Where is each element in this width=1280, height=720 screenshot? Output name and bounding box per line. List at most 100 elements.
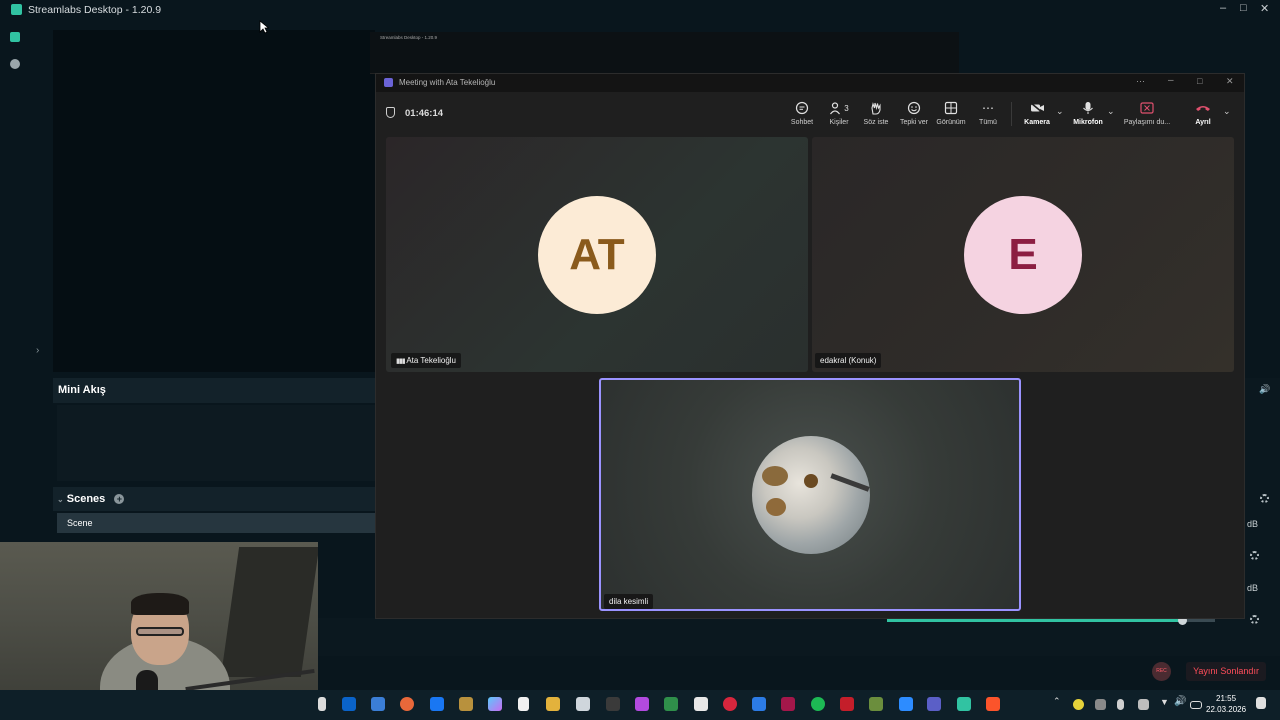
riot-icon[interactable] [459, 697, 473, 711]
microphone-icon[interactable] [1117, 699, 1124, 710]
raise-hand-button[interactable]: Söz iste [855, 100, 897, 130]
firefox-icon[interactable] [400, 697, 414, 711]
taskbar-icon[interactable] [318, 697, 326, 711]
tray-icon[interactable] [1138, 699, 1149, 710]
notion-icon[interactable] [606, 697, 620, 711]
chevron-up-icon[interactable]: ⌃ [1053, 696, 1061, 707]
app-icon[interactable] [664, 697, 678, 711]
people-button[interactable]: 3 Kişiler [818, 100, 860, 130]
leave-label: Ayrıl [1195, 119, 1211, 126]
settings-gear-icon[interactable] [1260, 494, 1269, 503]
maximize-icon[interactable]: □ [1240, 2, 1247, 14]
meeting-title: Meeting with Ata Tekelioğlu [399, 78, 496, 87]
dropbox-icon[interactable] [342, 697, 356, 711]
more-options-icon[interactable]: ⋯ [1136, 76, 1145, 87]
mic-button[interactable]: Mikrofon [1067, 100, 1109, 130]
record-button[interactable]: REC [1152, 662, 1171, 681]
shield-app-icon[interactable] [752, 697, 766, 711]
copilot-icon[interactable] [488, 697, 502, 711]
active-speaker-tile[interactable]: dila kesimli [599, 378, 1021, 611]
notion-icon[interactable] [694, 697, 708, 711]
volume-icon[interactable]: 🔊 [1174, 696, 1186, 707]
people-count: 3 [844, 103, 849, 113]
minecraft-icon[interactable] [869, 697, 883, 711]
notification-icon[interactable] [1256, 697, 1266, 709]
people-icon [830, 102, 841, 115]
app-icon[interactable] [781, 697, 795, 711]
participant-tile[interactable]: E edakral (Konuk) [812, 137, 1234, 372]
chat-icon [795, 101, 809, 115]
view-button[interactable]: Görünüm [930, 100, 972, 130]
maximize-icon[interactable]: □ [1197, 76, 1202, 86]
close-icon[interactable]: ✕ [1260, 2, 1269, 15]
add-scene-icon[interactable]: + [114, 494, 125, 504]
participant-name-tag: edakral (Konuk) [815, 353, 882, 368]
camera-button[interactable]: Kamera [1016, 100, 1058, 130]
chat-label: Sohbet [790, 119, 814, 126]
participant-name: dila kesimli [609, 597, 649, 606]
react-button[interactable]: Tepki ver [893, 100, 935, 130]
editor-icon[interactable] [10, 32, 20, 42]
chevron-right-icon[interactable]: › [36, 345, 39, 356]
spotify-icon[interactable] [811, 697, 825, 711]
zoom-icon[interactable] [899, 697, 913, 711]
share-button[interactable]: Paylaşımı du... [1122, 100, 1172, 130]
stop-stream-button[interactable]: Yayını Sonlandır [1186, 662, 1266, 681]
participant-name: edakral (Konuk) [820, 356, 877, 365]
glasses-icon [136, 627, 184, 636]
clock[interactable]: 21:55 22.03.2026 [1206, 693, 1246, 715]
nested-preview-title: Streamlabs Desktop - 1.20.9 [380, 35, 438, 40]
leave-options-chevron-icon[interactable]: ⌄ [1223, 106, 1231, 117]
speaker-icon[interactable]: 🔊 [1259, 384, 1270, 395]
battery-icon[interactable] [1190, 701, 1202, 709]
record-icon[interactable] [10, 59, 20, 69]
scene-item[interactable]: Scene [57, 513, 375, 533]
chat-button[interactable]: Sohbet [781, 100, 823, 130]
grid-icon [944, 101, 958, 115]
scenes-header: ⌄ Scenes + [53, 487, 375, 511]
steam-icon[interactable] [430, 697, 444, 711]
nested-preview [370, 32, 959, 74]
tray-icon[interactable] [1095, 699, 1106, 710]
signal-bars-icon: ▮▮▮ [396, 358, 406, 365]
brave-icon[interactable] [986, 697, 1000, 711]
raise-hand-label: Söz iste [863, 119, 889, 126]
meeting-timer: 01:46:14 [405, 108, 444, 119]
camera-options-chevron-icon[interactable]: ⌄ [1056, 106, 1064, 117]
audio-settings-icon[interactable] [1250, 551, 1259, 560]
minimize-icon[interactable]: – [1220, 2, 1226, 14]
app-title: Streamlabs Desktop - 1.20.9 [28, 3, 162, 16]
leave-button[interactable]: Ayrıl [1182, 100, 1224, 130]
close-icon[interactable]: ✕ [1226, 76, 1234, 87]
mic-options-chevron-icon[interactable]: ⌄ [1107, 106, 1115, 117]
microphone-icon [1083, 102, 1093, 114]
app-icon[interactable] [635, 697, 649, 711]
title-bar: Streamlabs Desktop - 1.20.9 – □ ✕ [0, 0, 1280, 19]
hand-icon [871, 102, 881, 115]
window-icon[interactable] [371, 697, 385, 711]
photo-detail [804, 474, 818, 488]
audio-settings-icon[interactable] [1250, 615, 1259, 624]
teams-icon[interactable] [927, 697, 941, 711]
mic-label: Mikrofon [1073, 119, 1103, 126]
photo-detail [830, 473, 870, 492]
chevron-down-icon[interactable]: ⌄ [57, 495, 64, 504]
more-label: Tümü [979, 119, 997, 126]
tray-icon[interactable] [1073, 699, 1084, 710]
participant-tile[interactable]: AT ▮▮▮ Ata Tekelioğlu [386, 137, 808, 372]
editor-preview [53, 30, 375, 372]
minimize-icon[interactable]: – [1168, 75, 1174, 86]
stop-share-icon [1140, 102, 1154, 114]
folder-icon[interactable] [546, 697, 560, 711]
document-icon[interactable] [518, 697, 529, 711]
streamlabs-icon[interactable] [957, 697, 971, 711]
app-icon[interactable] [840, 697, 854, 711]
more-button[interactable]: ⋯ Tümü [967, 100, 1009, 130]
profile-photo [752, 436, 870, 554]
store-icon[interactable] [576, 697, 590, 711]
opera-icon[interactable] [723, 697, 737, 711]
wifi-icon[interactable]: ▼ [1160, 697, 1169, 707]
emoji-icon [907, 101, 921, 115]
db-label: dB [1247, 583, 1259, 593]
cursor-icon [259, 20, 269, 34]
